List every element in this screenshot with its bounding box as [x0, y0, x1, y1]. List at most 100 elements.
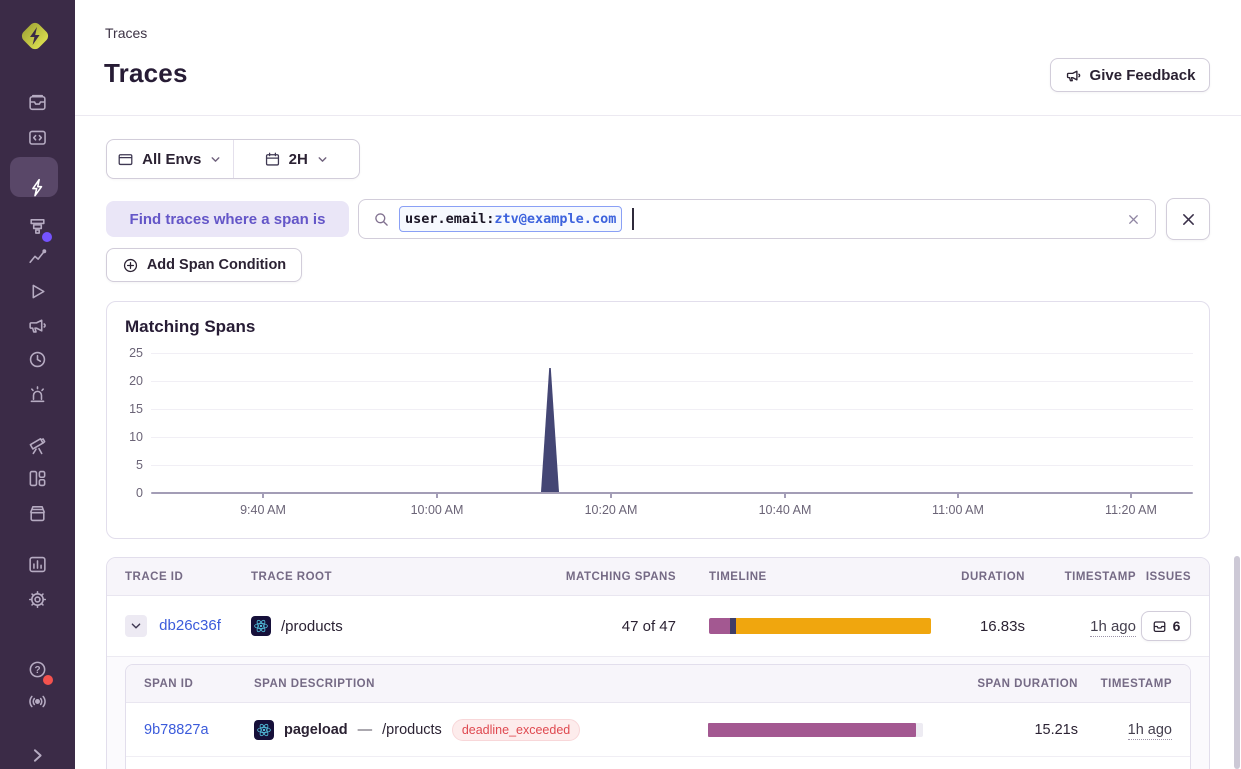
environments-icon	[117, 151, 134, 168]
siren-icon	[27, 384, 48, 405]
page-filter-bar: All Envs 2H	[106, 139, 360, 179]
y-tick: 15	[113, 402, 143, 416]
search-token-value: ztv@example.com	[494, 211, 616, 227]
trace-root-name[interactable]: /products	[281, 618, 343, 635]
timeline-segment	[736, 618, 931, 634]
span-status-badge: deadline_exceeded	[452, 719, 580, 741]
x-tick: 11:20 AM	[1086, 503, 1176, 517]
breadcrumb[interactable]: Traces	[105, 25, 147, 41]
x-tickmark	[262, 494, 264, 498]
trace-timestamp[interactable]: 1h ago	[1090, 618, 1136, 637]
matching-spans-chart-panel: Matching Spans 25 20 15 10 5 0 9:40 AM 1…	[106, 301, 1210, 539]
x-tickmark	[957, 494, 959, 498]
environment-filter[interactable]: All Envs	[107, 140, 233, 178]
sidebar-item-issues[interactable]	[0, 82, 75, 122]
span-search-input[interactable]: user.email:ztv@example.com	[358, 199, 1156, 239]
timeline-segment	[709, 618, 730, 634]
broadcast-icon	[27, 691, 48, 712]
remove-condition-button[interactable]	[1166, 198, 1210, 240]
bar-chart-icon	[27, 554, 48, 575]
x-tickmark	[436, 494, 438, 498]
sidebar-item-settings[interactable]	[0, 579, 75, 619]
separator: —	[358, 722, 373, 738]
trace-id-link[interactable]: db26c36f	[159, 617, 221, 634]
chevron-down-icon	[130, 620, 142, 632]
date-range-filter[interactable]: 2H	[234, 140, 360, 178]
issues-icon	[27, 92, 48, 113]
code-folder-icon	[27, 127, 48, 148]
x-tick: 11:00 AM	[913, 503, 1003, 517]
sidebar-item-alerts[interactable]	[0, 374, 75, 414]
telescope-icon	[27, 435, 48, 456]
sidebar-item-whats-new[interactable]	[0, 681, 75, 721]
x-tickmark	[610, 494, 612, 498]
trace-issues-button[interactable]: 6	[1141, 611, 1191, 641]
col-span-timestamp: Timestamp	[1101, 678, 1172, 690]
y-tick: 20	[113, 374, 143, 388]
x-tickmark	[784, 494, 786, 498]
sidebar-item-dashboards[interactable]	[0, 458, 75, 498]
calendar-icon	[264, 151, 281, 168]
svg-text:?: ?	[34, 665, 40, 676]
col-timestamp: Timestamp	[1065, 571, 1136, 583]
add-span-condition-button[interactable]: Add Span Condition	[106, 248, 302, 282]
span-op: pageload	[284, 722, 348, 738]
sidebar-item-traces[interactable]	[0, 167, 75, 207]
sidebar-item-explore[interactable]	[0, 117, 75, 157]
y-tick: 0	[113, 486, 143, 500]
spans-table-header: Span ID Span Description Span Duration T…	[126, 665, 1190, 703]
give-feedback-button[interactable]: Give Feedback	[1050, 58, 1210, 92]
col-span-duration: Span Duration	[977, 678, 1078, 690]
col-issues: Issues	[1146, 571, 1191, 583]
sidebar: ?	[0, 0, 75, 769]
trace-issues-count: 6	[1173, 618, 1181, 634]
span-row: b7a7e441 ex http.server — GET /organizat…	[126, 757, 1190, 769]
traces-table-header: Trace ID Trace Root Matching Spans Timel…	[107, 558, 1209, 596]
col-matching-spans: Matching Spans	[566, 571, 676, 583]
clear-search-icon[interactable]	[1126, 212, 1141, 227]
span-duration-bar	[708, 723, 923, 737]
col-span-id: Span ID	[144, 678, 254, 690]
chevron-down-icon	[209, 153, 222, 166]
sidebar-item-crons[interactable]	[0, 339, 75, 379]
megaphone-icon	[27, 315, 48, 336]
search-token[interactable]: user.email:ztv@example.com	[399, 206, 622, 232]
col-trace-root: Trace Root	[251, 571, 556, 583]
insights-notification-dot	[42, 232, 52, 242]
lightning-icon	[27, 177, 48, 198]
search-token-key: user.email:	[405, 211, 494, 227]
spans-spike-series[interactable]	[151, 342, 1193, 492]
sidebar-collapse-toggle[interactable]	[0, 735, 75, 769]
layout-grid-icon	[27, 468, 48, 489]
traces-table: Trace ID Trace Root Matching Spans Timel…	[106, 557, 1210, 769]
chevron-right-icon	[27, 745, 48, 766]
span-timestamp[interactable]: 1h ago	[1128, 722, 1172, 740]
chart-line-icon	[27, 246, 48, 267]
give-feedback-label: Give Feedback	[1090, 67, 1196, 84]
page-scrollbar[interactable]	[1234, 556, 1240, 769]
trace-duration: 16.83s	[980, 618, 1025, 635]
clock-icon	[27, 349, 48, 370]
archive-box-icon	[27, 503, 48, 524]
span-description[interactable]: /products	[382, 722, 442, 738]
trace-row: db26c36f /products 47 of 47 16.83s 1h ag…	[107, 596, 1209, 656]
col-trace-id: Trace ID	[125, 571, 251, 583]
chevron-down-icon	[316, 153, 329, 166]
plus-circle-icon	[122, 257, 139, 274]
sidebar-item-releases[interactable]	[0, 493, 75, 533]
x-tick: 10:20 AM	[566, 503, 656, 517]
collapse-trace-button[interactable]	[125, 615, 147, 637]
sidebar-item-stats[interactable]	[0, 544, 75, 584]
chart-title: Matching Spans	[125, 317, 255, 337]
y-tick: 10	[113, 430, 143, 444]
sentry-logo[interactable]	[16, 17, 54, 55]
span-duration-fill	[708, 723, 916, 737]
sidebar-item-insights[interactable]	[0, 236, 75, 276]
text-cursor	[632, 208, 634, 230]
expanded-trace-zone: Span ID Span Description Span Duration T…	[107, 656, 1209, 769]
span-id-link[interactable]: 9b78827a	[144, 722, 209, 738]
y-tick: 25	[113, 346, 143, 360]
environment-filter-value: All Envs	[142, 151, 201, 168]
trace-timeline-bar[interactable]	[709, 618, 931, 634]
spans-table: Span ID Span Description Span Duration T…	[125, 664, 1191, 769]
